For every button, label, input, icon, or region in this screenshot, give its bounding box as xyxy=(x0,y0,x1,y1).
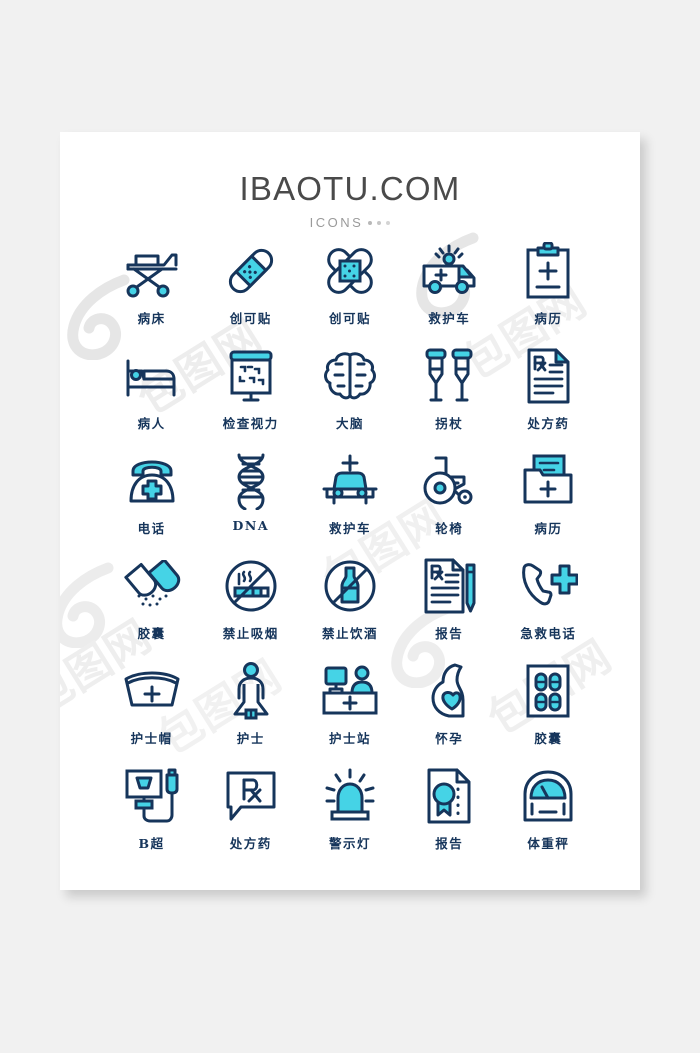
icon-cell-nurse[interactable]: 护士 xyxy=(201,660,300,765)
icon-label: 病人 xyxy=(137,416,166,431)
report-pen-icon xyxy=(418,555,480,617)
icon-label: 禁止吸烟 xyxy=(222,626,279,641)
icon-cell-brain[interactable]: 大脑 xyxy=(300,345,399,450)
crutches-icon xyxy=(418,345,480,407)
pill-blister-icon xyxy=(517,660,579,722)
icon-label: 急救电话 xyxy=(520,626,577,641)
bandage-icon xyxy=(220,240,282,302)
icon-label: 病历 xyxy=(534,311,563,326)
sheet-header: IBAOTU.COM ICONS xyxy=(60,170,640,230)
icon-sheet-card: 包图网 包图网 包图网 包图网 包图网 包图网 IBAOTU.COM ICONS xyxy=(60,132,640,890)
dot-icon xyxy=(377,220,382,225)
icon-label: 救护车 xyxy=(428,311,471,326)
icon-cell-prescription-page[interactable]: 处方药 xyxy=(499,345,598,450)
icon-label: 胶囊 xyxy=(137,626,166,641)
ambulance-van-icon xyxy=(418,240,480,302)
icon-cell-weight-scale[interactable]: 体重秤 xyxy=(499,765,598,870)
icon-label: 创可贴 xyxy=(328,311,371,326)
dot-icon xyxy=(368,220,373,225)
icon-cell-nurse-station[interactable]: 护士站 xyxy=(300,660,399,765)
folder-record-icon xyxy=(517,450,579,512)
page-title: IBAOTU.COM xyxy=(239,170,461,207)
icon-label: 禁止饮酒 xyxy=(321,626,378,641)
icon-cell-wheelchair[interactable]: 轮椅 xyxy=(400,450,499,555)
icon-cell-pill-blister[interactable]: 胶囊 xyxy=(499,660,598,765)
telephone-icon xyxy=(121,450,183,512)
dot-icon xyxy=(386,220,391,225)
nurse-cap-icon xyxy=(121,660,183,722)
icon-label: 处方药 xyxy=(229,836,272,851)
icon-cell-patient-in-bed[interactable]: 病人 xyxy=(102,345,201,450)
icon-cell-crutches[interactable]: 拐杖 xyxy=(400,345,499,450)
icon-cell-no-drinking[interactable]: 禁止饮酒 xyxy=(300,555,399,660)
nurse-icon xyxy=(220,660,282,722)
icon-label: 拐杖 xyxy=(435,416,464,431)
subtitle-row: ICONS xyxy=(60,215,640,230)
clipboard-record-icon xyxy=(517,240,579,302)
dna-icon xyxy=(220,450,282,512)
pregnancy-icon xyxy=(418,660,480,722)
bandage-cross-icon xyxy=(319,240,381,302)
capsule-icon xyxy=(121,555,183,617)
icon-label: 护士站 xyxy=(328,731,371,746)
icon-label: 护士帽 xyxy=(130,731,173,746)
icon-cell-capsule[interactable]: 胶囊 xyxy=(102,555,201,660)
patient-in-bed-icon xyxy=(121,345,183,407)
icon-label: 报告 xyxy=(435,626,464,641)
nurse-station-icon xyxy=(319,660,381,722)
no-smoking-icon xyxy=(220,555,282,617)
icon-label: 检查视力 xyxy=(222,416,279,431)
eye-chart-icon xyxy=(220,345,282,407)
prescription-page-icon xyxy=(517,345,579,407)
certificate-report-icon xyxy=(418,765,480,827)
page-subtitle: ICONS xyxy=(309,215,364,230)
icon-cell-prescription-bubble[interactable]: 处方药 xyxy=(201,765,300,870)
icon-cell-emergency-call[interactable]: 急救电话 xyxy=(499,555,598,660)
prescription-bubble-icon xyxy=(220,765,282,827)
icon-label: 大脑 xyxy=(335,416,364,431)
icon-cell-report-pen[interactable]: 报告 xyxy=(400,555,499,660)
icon-label: 创可贴 xyxy=(229,311,272,326)
hospital-bed-icon xyxy=(121,240,183,302)
icon-cell-folder-record[interactable]: 病历 xyxy=(499,450,598,555)
brain-icon xyxy=(319,345,381,407)
icon-cell-ambulance-van[interactable]: 救护车 xyxy=(400,240,499,345)
emergency-call-icon xyxy=(517,555,579,617)
icon-cell-clipboard-record[interactable]: 病历 xyxy=(499,240,598,345)
icon-label: 护士 xyxy=(236,731,265,746)
icon-grid: 病床 创可贴 创可贴 救护车 病历 病人 检查视力 大脑 拐杖 处方药 电话 D… xyxy=(102,240,598,870)
icon-cell-ultrasound[interactable]: B超 xyxy=(102,765,201,870)
icon-cell-dna[interactable]: DNA xyxy=(201,450,300,555)
icon-label: 体重秤 xyxy=(527,836,570,851)
ultrasound-icon xyxy=(121,765,183,827)
icon-label: 电话 xyxy=(137,521,166,536)
icon-label: 救护车 xyxy=(328,521,371,536)
icon-label: 处方药 xyxy=(527,416,570,431)
icon-label: 病历 xyxy=(534,521,563,536)
icon-label: 病床 xyxy=(137,311,166,326)
warning-light-icon xyxy=(319,765,381,827)
icon-label: 警示灯 xyxy=(328,836,371,851)
icon-cell-warning-light[interactable]: 警示灯 xyxy=(300,765,399,870)
ambulance-car-icon xyxy=(319,450,381,512)
icon-label: 胶囊 xyxy=(534,731,563,746)
icon-cell-telephone[interactable]: 电话 xyxy=(102,450,201,555)
icon-cell-no-smoking[interactable]: 禁止吸烟 xyxy=(201,555,300,660)
icon-cell-certificate-report[interactable]: 报告 xyxy=(400,765,499,870)
no-drinking-icon xyxy=(319,555,381,617)
icon-label: 怀孕 xyxy=(435,731,464,746)
weight-scale-icon xyxy=(517,765,579,827)
icon-cell-bandage-cross[interactable]: 创可贴 xyxy=(300,240,399,345)
icon-cell-pregnancy[interactable]: 怀孕 xyxy=(400,660,499,765)
icon-label: 轮椅 xyxy=(435,521,464,536)
icon-cell-nurse-cap[interactable]: 护士帽 xyxy=(102,660,201,765)
icon-cell-bandage[interactable]: 创可贴 xyxy=(201,240,300,345)
wheelchair-icon xyxy=(418,450,480,512)
icon-label: DNA xyxy=(232,518,270,533)
icon-cell-ambulance-car[interactable]: 救护车 xyxy=(300,450,399,555)
icon-cell-hospital-bed[interactable]: 病床 xyxy=(102,240,201,345)
icon-label: B超 xyxy=(138,836,165,851)
icon-label: 报告 xyxy=(435,836,464,851)
icon-cell-eye-chart[interactable]: 检查视力 xyxy=(201,345,300,450)
